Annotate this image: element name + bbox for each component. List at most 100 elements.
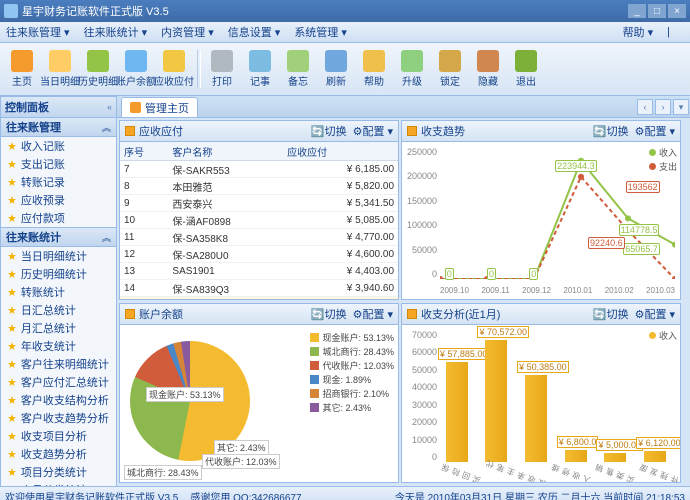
refresh-icon[interactable]: 🔄 [593,125,607,138]
tab-next-button[interactable]: › [655,99,671,115]
toolbar-hide[interactable]: 隐藏 [470,50,506,88]
status-datetime: 今天是 2010年03月31日 星期三 农历 二月十六 当前时间 21:18:5… [395,489,685,500]
toolbar-exit[interactable]: 退出 [508,50,544,88]
nav-item[interactable]: ★历史明细统计 [1,265,116,283]
bar-area: ¥ 57,885.00¥ 70,572.00¥ 50,385.00¥ 6,800… [437,330,675,462]
gear-icon[interactable]: ⚙ [635,308,645,321]
gear-icon[interactable]: ⚙ [353,308,363,321]
nav-item[interactable]: ★收入记账 [1,137,116,155]
bar-label: ¥ 50,385.00 [517,361,569,373]
dropdown-icon[interactable]: ▾ [669,308,675,321]
table-row[interactable]: 13SAS1901¥ 4,403.00 [120,263,398,280]
star-icon: ★ [7,268,17,281]
refresh-icon[interactable]: 🔄 [311,308,325,321]
refresh-icon[interactable]: 🔄 [311,125,325,138]
home-icon [130,102,141,113]
nav-item[interactable]: ★客户应付汇总统计 [1,373,116,391]
dropdown-icon[interactable]: ▾ [387,125,393,138]
tab-menu-button[interactable]: ▾ [673,99,689,115]
nav-scroll: 往来账管理︽★收入记账★支出记账★转账记录★应收预录★应付款项往来账统计︽★当日… [0,118,117,486]
nav-item[interactable]: ★人员分类统计 [1,481,116,486]
nav-item[interactable]: ★收支项目分析 [1,427,116,445]
config-button[interactable]: 配置 [644,306,666,322]
nav-item[interactable]: ★应付款项 [1,209,116,227]
toolbar-del[interactable]: 刷新 [318,50,354,88]
nav-item[interactable]: ★客户收支趋势分析 [1,409,116,427]
config-button[interactable]: 配置 [362,123,384,139]
menu-item[interactable]: 往来账统计 ▾ [84,24,148,40]
star-icon: ★ [7,140,17,153]
star-icon: ★ [7,286,17,299]
minimize-button[interactable]: _ [628,4,646,18]
menu-item[interactable]: 系统管理 ▾ [294,24,347,40]
trend-chart: 收入支出2500002000001500001000005000002009.1… [402,142,680,299]
refresh-icon[interactable]: 🔄 [593,308,607,321]
menubar: 往来账管理 ▾ 往来账统计 ▾ 内资管理 ▾ 信息设置 ▾ 系统管理 ▾ 帮助 … [0,22,690,43]
switch-button[interactable]: 切换 [325,306,347,322]
switch-button[interactable]: 切换 [607,123,629,139]
nav-section-header[interactable]: 往来账统计︽ [0,228,117,247]
nav-item[interactable]: ★收支趋势分析 [1,445,116,463]
switch-button[interactable]: 切换 [325,123,347,139]
card-trend: 收支趋势 🔄切换 ⚙配置 ▾ 收入支出250000200000150000100… [401,120,681,300]
table-row[interactable]: 9西安泰兴¥ 5,341.50 [120,195,398,212]
help-icon [363,50,385,72]
table-row[interactable]: 7保-SAKR553¥ 6,185.00 [120,161,398,178]
nav-item[interactable]: ★月汇总统计 [1,319,116,337]
switch-button[interactable]: 切换 [607,306,629,322]
nav-item[interactable]: ★客户收支结构分析 [1,391,116,409]
toolbar-memo[interactable]: 备忘 [280,50,316,88]
dropdown-icon[interactable]: ▾ [387,308,393,321]
config-button[interactable]: 配置 [362,306,384,322]
maximize-button[interactable]: □ [648,4,666,18]
toolbar-pay[interactable]: 应收应付 [156,50,192,88]
receivable-table: 序号客户名称应收应付7保-SAKR553¥ 6,185.008本田雅范¥ 5,8… [120,142,398,299]
nav-item[interactable]: ★项目分类统计 [1,463,116,481]
lock-icon [439,50,461,72]
pie-slice-label: 城北商行: 28.43% [124,465,202,480]
menu-help[interactable]: 帮助 ▾ [623,24,654,40]
tab-dashboard[interactable]: 管理主页 [121,97,198,117]
dropdown-icon[interactable]: ▾ [669,125,675,138]
nav-item[interactable]: ★日汇总统计 [1,301,116,319]
gear-icon[interactable]: ⚙ [635,125,645,138]
toolbar-print[interactable]: 打印 [204,50,240,88]
menu-item[interactable]: 信息设置 ▾ [228,24,281,40]
gear-icon[interactable]: ⚙ [353,125,363,138]
table-row[interactable]: 12保-SA280U0¥ 4,600.00 [120,246,398,263]
toolbar-bal[interactable]: 账户余额 [118,50,154,88]
nav-item[interactable]: ★年收支统计 [1,337,116,355]
nav-section-header[interactable]: 往来账管理︽ [0,118,117,137]
table-row[interactable]: 11保-SA358K8¥ 4,770.00 [120,229,398,246]
data-label: 65065.7 [623,243,660,255]
close-button[interactable]: × [668,4,686,18]
pie-slice-label: 代收账户: 12.03% [202,454,280,469]
card-title: 应收应付 [139,123,183,139]
star-icon: ★ [7,412,17,425]
tab-prev-button[interactable]: ‹ [637,99,653,115]
chevron-icon: ︽ [102,231,111,244]
x-axis: 保险回买代笔主承收款维修收入销售类实废发残件其它 [440,464,675,478]
nav-item[interactable]: ★支出记账 [1,155,116,173]
menu-item[interactable]: 往来账管理 ▾ [6,24,70,40]
table-row[interactable]: 10保-涵AF0898¥ 5,085.00 [120,212,398,229]
col-header: 客户名称 [168,142,283,161]
nav-item[interactable]: ★应收预录 [1,191,116,209]
nav-item[interactable]: ★客户往来明细统计 [1,355,116,373]
nav-item[interactable]: ★转账记录 [1,173,116,191]
table-row[interactable]: 8本田雅范¥ 5,820.00 [120,178,398,195]
status-contact: 感谢您用 QQ:342686677 [190,489,301,500]
collapse-icon[interactable]: « [107,102,112,112]
config-button[interactable]: 配置 [644,123,666,139]
toolbar-hist[interactable]: 历史明细 [80,50,116,88]
menu-item[interactable]: 内资管理 ▾ [161,24,214,40]
nav-item[interactable]: ★当日明细统计 [1,247,116,265]
toolbar-lock[interactable]: 锁定 [432,50,468,88]
toolbar-up[interactable]: 升级 [394,50,430,88]
toolbar-save[interactable]: 记事 [242,50,278,88]
toolbar-help[interactable]: 帮助 [356,50,392,88]
nav-item[interactable]: ★转账统计 [1,283,116,301]
toolbar-day[interactable]: 当日明细 [42,50,78,88]
toolbar-home[interactable]: 主页 [4,50,40,88]
table-row[interactable]: 14保-SA839Q3¥ 3,940.60 [120,280,398,297]
